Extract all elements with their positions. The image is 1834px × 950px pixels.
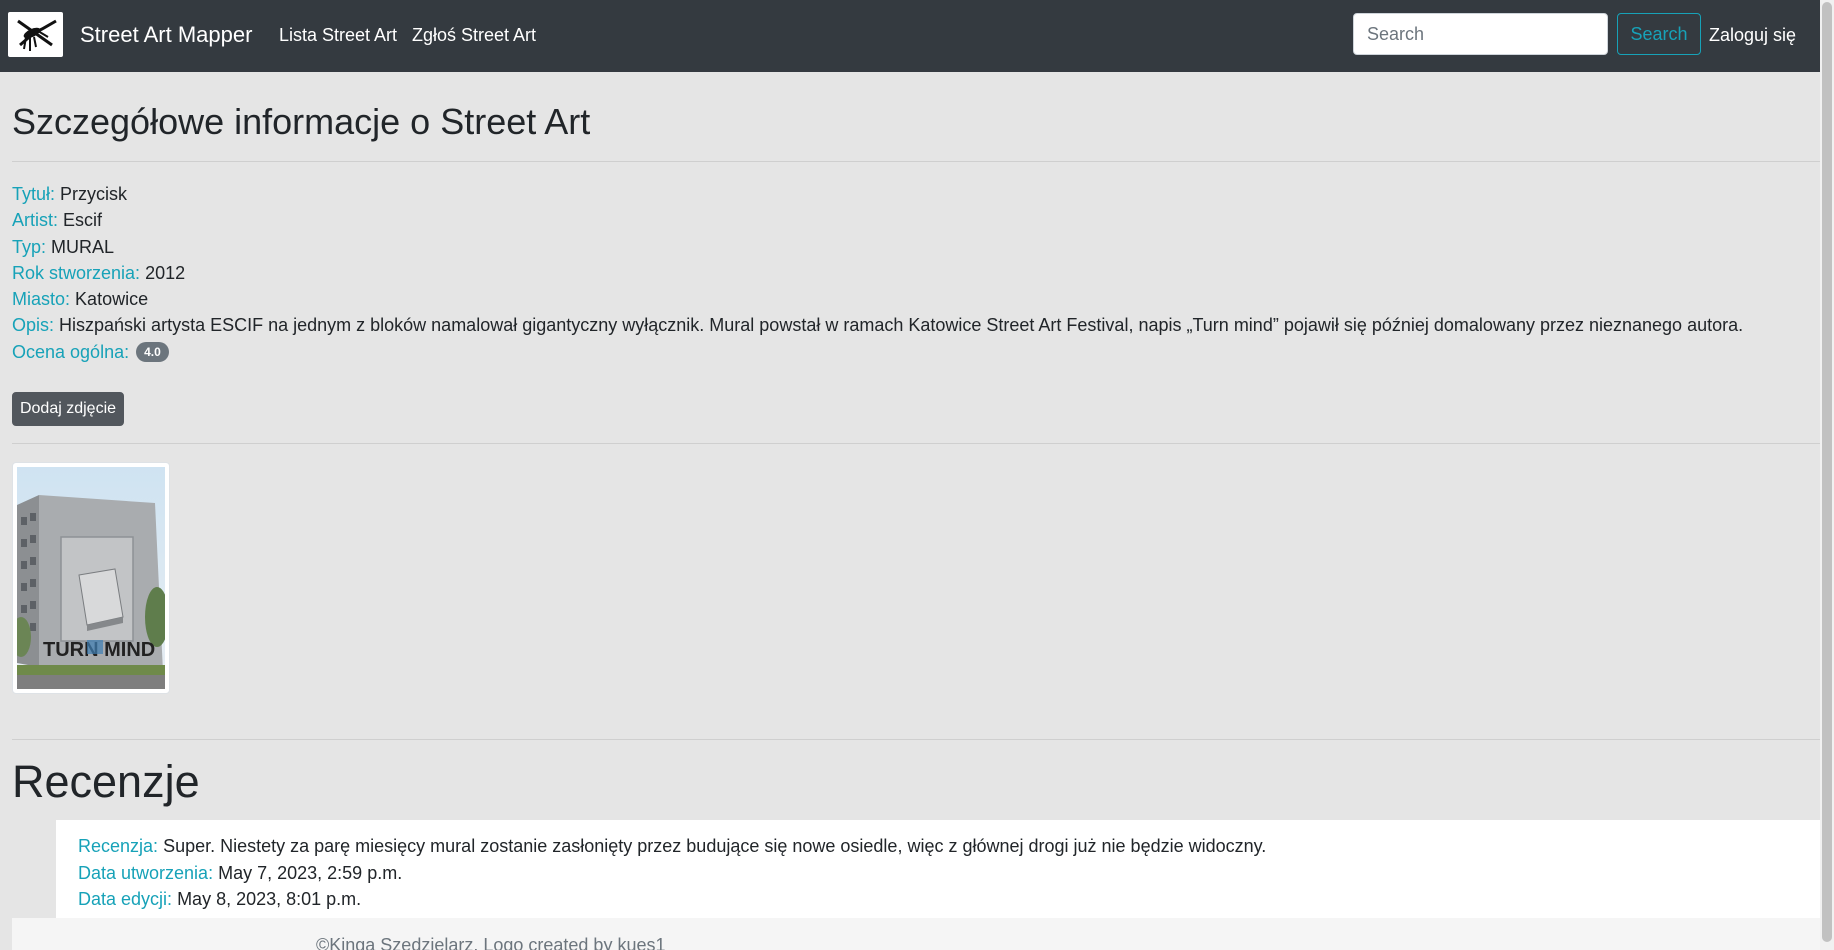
rating-badge: 4.0 (136, 342, 169, 362)
field-rating: Ocena ogólna: 4.0 (12, 341, 169, 363)
field-year-value: 2012 (145, 263, 186, 283)
field-artist-label: Artist: (12, 210, 59, 230)
field-artist-value: Escif (63, 210, 103, 230)
field-city-value: Katowice (75, 289, 149, 309)
reviews-heading: Recenzje (12, 756, 200, 807)
field-description: Opis: Hiszpański artysta ESCIF na jednym… (12, 314, 1743, 336)
review-text: Super. Niestety za parę miesięcy mural z… (163, 836, 1267, 856)
review-edited-value: May 8, 2023, 8:01 p.m. (177, 889, 362, 909)
brand-logo[interactable] (8, 12, 63, 57)
divider (12, 161, 1820, 162)
field-title-label: Tytuł: (12, 184, 56, 204)
review-label: Recenzja: (78, 836, 159, 856)
field-city: Miasto: Katowice (12, 288, 148, 310)
mural-photo: TURN MIND (11, 467, 169, 689)
search-button[interactable]: Search (1617, 13, 1701, 55)
review-created-value: May 7, 2023, 2:59 p.m. (218, 863, 403, 883)
field-type-label: Typ: (12, 237, 47, 257)
scrollbar-thumb[interactable] (1822, 2, 1832, 942)
review-created-row: Data utworzenia: May 7, 2023, 2:59 p.m. (78, 862, 402, 884)
field-title-value: Przycisk (60, 184, 128, 204)
field-type: Typ: MURAL (12, 236, 114, 258)
mosquito-logo-icon (16, 19, 57, 51)
field-year: Rok stworzenia: 2012 (12, 262, 185, 284)
footer-text: ©Kinga Szedzielarz. Logo created by kues… (316, 935, 666, 950)
page-title: Szczegółowe informacje o Street Art (12, 101, 591, 142)
field-artist: Artist: Escif (12, 209, 102, 231)
navbar: Street Art Mapper Lista Street Art Zgłoś… (0, 0, 1820, 72)
field-description-label: Opis: (12, 315, 55, 335)
divider (12, 739, 1820, 740)
field-year-label: Rok stworzenia: (12, 263, 141, 283)
add-photo-button[interactable]: Dodaj zdjęcie (12, 392, 124, 426)
field-city-label: Miasto: (12, 289, 71, 309)
field-rating-label: Ocena ogólna: (12, 342, 130, 362)
brand-name[interactable]: Street Art Mapper (80, 22, 252, 48)
nav-link-street-art-list[interactable]: Lista Street Art (279, 24, 397, 46)
review-edited-label: Data edycji: (78, 889, 173, 909)
footer: ©Kinga Szedzielarz. Logo created by kues… (12, 918, 1820, 950)
divider (12, 443, 1820, 444)
street-art-photo-thumbnail[interactable]: TURN MIND (11, 462, 170, 694)
nav-link-report-street-art[interactable]: Zgłoś Street Art (412, 24, 536, 46)
review-text-row: Recenzja: Super. Niestety za parę miesię… (78, 835, 1266, 857)
login-link[interactable]: Zaloguj się (1709, 24, 1796, 46)
search-input[interactable] (1353, 13, 1608, 55)
field-description-value: Hiszpański artysta ESCIF na jednym z blo… (59, 315, 1744, 335)
review-created-label: Data utworzenia: (78, 863, 214, 883)
review-card: Recenzja: Super. Niestety za parę miesię… (56, 820, 1820, 919)
field-title: Tytuł: Przycisk (12, 183, 127, 205)
field-type-value: MURAL (51, 237, 115, 257)
review-edited-row: Data edycji: May 8, 2023, 8:01 p.m. (78, 888, 361, 910)
